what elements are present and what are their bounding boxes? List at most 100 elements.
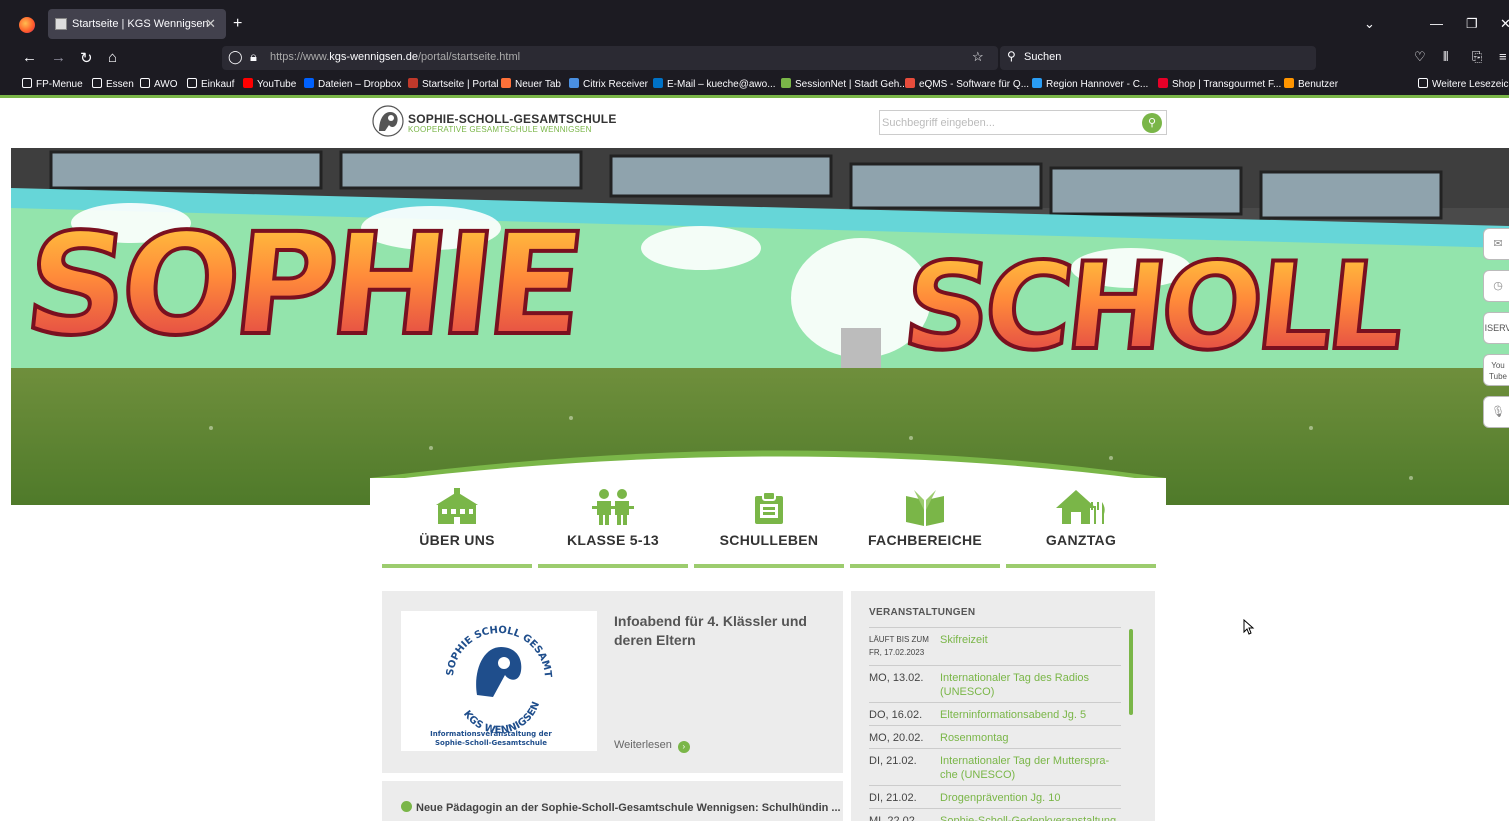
arrow-right-icon: › — [677, 741, 690, 753]
event-row[interactable]: DO, 16.02. Elterninformationsabend Jg. 5 — [869, 702, 1121, 725]
favicon-icon — [55, 18, 67, 30]
library-icon[interactable]: ⫴ — [1443, 49, 1448, 65]
bookmark-favicon-icon — [1032, 78, 1042, 88]
restore-icon[interactable]: ❐ — [1466, 16, 1478, 32]
event-date: MI, 22.02. — [869, 815, 918, 821]
site-search-box: ⚲ — [879, 110, 1167, 135]
firefox-icon[interactable] — [19, 17, 35, 33]
folder-icon — [22, 78, 32, 88]
bookmark-label: AWO — [154, 79, 178, 90]
bookmark-favicon-icon — [243, 78, 253, 88]
shield-icon[interactable]: ◯ — [228, 49, 243, 65]
bookmark-item[interactable]: FP-Menue — [22, 78, 83, 90]
youtube-icon[interactable]: You Tube — [1483, 354, 1509, 386]
nav-underline — [1006, 564, 1156, 568]
nav-über-uns[interactable]: ÜBER UNS — [382, 478, 532, 568]
bookmark-item[interactable]: eQMS - Software für Q... — [905, 78, 1029, 90]
event-name[interactable]: Internationaler Tag der Mutterspra-che (… — [940, 754, 1120, 782]
nav-ganztag[interactable]: GANZTAG — [1006, 478, 1156, 568]
news-image-caption-2: Sophie-Scholl-Gesamtschule — [435, 739, 547, 747]
bookmark-label: Region Hannover - C... — [1046, 79, 1149, 90]
home-icon[interactable]: ⌂ — [108, 49, 117, 66]
bookmark-star-icon[interactable]: ☆ — [972, 49, 984, 65]
forward-icon[interactable]: → — [51, 49, 66, 66]
read-more-label: Weiterlesen — [614, 739, 672, 751]
bookmark-item[interactable]: Dateien – Dropbox — [304, 78, 401, 90]
news-image[interactable]: SOPHIE SCHOLL GESAMTSCHULE KGS WENNIGSEN… — [397, 603, 597, 751]
event-name[interactable]: Skifreizeit — [940, 633, 1120, 647]
minimize-icon[interactable]: — — [1430, 16, 1443, 31]
bookmark-favicon-icon — [569, 78, 579, 88]
url-text[interactable]: https://www.kgs-wennigsen.de/portal/star… — [270, 51, 520, 63]
bookmark-item[interactable]: Shop | Transgourmet F... — [1158, 78, 1281, 90]
news-item-2-title: Neue Pädagogin an der Sophie-Scholl-Gesa… — [416, 802, 841, 814]
event-name[interactable]: Sophie-Scholl-Gedenkveranstaltung — [940, 814, 1120, 821]
bookmark-item[interactable]: Region Hannover - C... — [1032, 78, 1148, 90]
read-more-link[interactable]: Weiterlesen › — [614, 739, 690, 753]
nav-label: KLASSE 5-13 — [567, 532, 659, 548]
bookmark-label: Dateien – Dropbox — [318, 79, 402, 90]
nav-fachbereiche[interactable]: FACHBEREICHE — [850, 478, 1000, 568]
mail-icon[interactable]: ✉ — [1483, 228, 1509, 260]
events-scrollbar[interactable] — [1129, 629, 1133, 715]
school-subtitle: KOOPERATIVE GESAMTSCHULE WENNIGSEN — [408, 125, 592, 134]
clock-icon[interactable]: ◷ — [1483, 270, 1509, 302]
site-header: SOPHIE-SCHOLL-GESAMTSCHULE KOOPERATIVE G… — [0, 98, 1509, 148]
bookmark-label: Einkauf — [201, 79, 235, 90]
bookmark-item[interactable]: E-Mail – kueche@awo... — [653, 78, 776, 90]
event-name[interactable]: Elterninformationsabend Jg. 5 — [940, 708, 1120, 722]
event-row[interactable]: MI, 22.02. Sophie-Scholl-Gedenkveranstalt… — [869, 808, 1121, 821]
browser-chrome: Startseite | KGS Wennigsen ✕ + ⌄ — ❐ ✕ ←… — [0, 0, 1509, 96]
bookmark-favicon-icon — [905, 78, 915, 88]
bookmark-label: Benutzer — [1298, 79, 1339, 90]
event-name[interactable]: Drogenprävention Jg. 10 — [940, 791, 1120, 805]
more-bookmarks[interactable]: Weitere Lesezeiche — [1418, 78, 1509, 90]
close-window-icon[interactable]: ✕ — [1500, 16, 1509, 32]
event-row[interactable]: MO, 13.02. Internationaler Tag des Radios… — [869, 665, 1121, 702]
site-search-button[interactable]: ⚲ — [1142, 113, 1162, 133]
school-name[interactable]: SOPHIE-SCHOLL-GESAMTSCHULE — [408, 112, 617, 126]
site-search-input[interactable] — [882, 113, 1132, 132]
new-tab-icon[interactable]: + — [233, 15, 242, 33]
list-tabs-icon[interactable]: ⌄ — [1364, 16, 1375, 32]
school-logo-icon[interactable] — [370, 104, 406, 138]
news-item-2[interactable]: Neue Pädagogin an der Sophie-Scholl-Gesa… — [382, 781, 843, 821]
lock-icon[interactable]: 🔒︎ — [250, 49, 257, 65]
bookmark-favicon-icon — [408, 78, 418, 88]
bookmark-item[interactable]: AWO — [140, 78, 178, 90]
menu-icon[interactable]: ≡ — [1499, 49, 1507, 64]
bookmark-item[interactable]: Essen — [92, 78, 134, 90]
nav-klasse-5-13[interactable]: KLASSE 5-13 — [538, 478, 688, 568]
event-row[interactable]: DI, 21.02. Internationaler Tag der Mutter… — [869, 748, 1121, 785]
hero-graffiti-scholl: SCHOLL — [897, 237, 1409, 377]
bookmark-item[interactable]: Startseite | Portal — [408, 78, 499, 90]
folder-icon — [1418, 78, 1428, 88]
event-row[interactable]: LÄUFT BIS ZUM FR, 17.02.2023 Skifreizeit — [869, 627, 1121, 665]
nav-underline — [850, 564, 1000, 568]
bookmark-label: E-Mail – kueche@awo... — [667, 79, 776, 90]
tab-active[interactable]: Startseite | KGS Wennigsen ✕ — [48, 9, 226, 39]
clipboard-icon — [755, 491, 783, 524]
news-title[interactable]: Infoabend für 4. Klässler und deren Elte… — [614, 612, 814, 650]
bookmark-item[interactable]: Einkauf — [187, 78, 234, 90]
event-row[interactable]: MO, 20.02. Rosenmontag — [869, 725, 1121, 748]
bookmark-item[interactable]: Benutzer — [1284, 78, 1338, 90]
event-name[interactable]: Internationaler Tag des Radios (UNESCO) — [940, 671, 1120, 699]
bookmark-item[interactable]: SessionNet | Stadt Geh... — [781, 78, 908, 90]
bookmark-item[interactable]: Citrix Receiver — [569, 78, 648, 90]
event-name[interactable]: Rosenmontag — [940, 731, 1120, 745]
extensions-icon[interactable]: ⎘ — [1472, 49, 1482, 65]
nav-schulleben[interactable]: SCHULLEBEN — [694, 478, 844, 568]
url-bar[interactable]: ◯ 🔒︎ https://www.kgs-wennigsen.de/portal… — [222, 46, 998, 70]
event-row[interactable]: DI, 21.02. Drogenprävention Jg. 10 — [869, 785, 1121, 808]
reload-icon[interactable]: ↻ — [80, 49, 93, 67]
close-tab-icon[interactable]: ✕ — [205, 16, 216, 32]
browser-search-bar[interactable]: ⚲ Suchen — [1000, 46, 1316, 70]
iserv-icon[interactable]: ISERV — [1483, 312, 1509, 344]
bookmark-item[interactable]: YouTube — [243, 78, 296, 90]
bookmark-label: FP-Menue — [36, 79, 83, 90]
podcast-icon[interactable]: 🎙︎ — [1483, 396, 1509, 428]
bookmark-item[interactable]: Neuer Tab — [501, 78, 561, 90]
pocket-icon[interactable]: ♡ — [1414, 49, 1426, 65]
back-icon[interactable]: ← — [22, 49, 37, 66]
